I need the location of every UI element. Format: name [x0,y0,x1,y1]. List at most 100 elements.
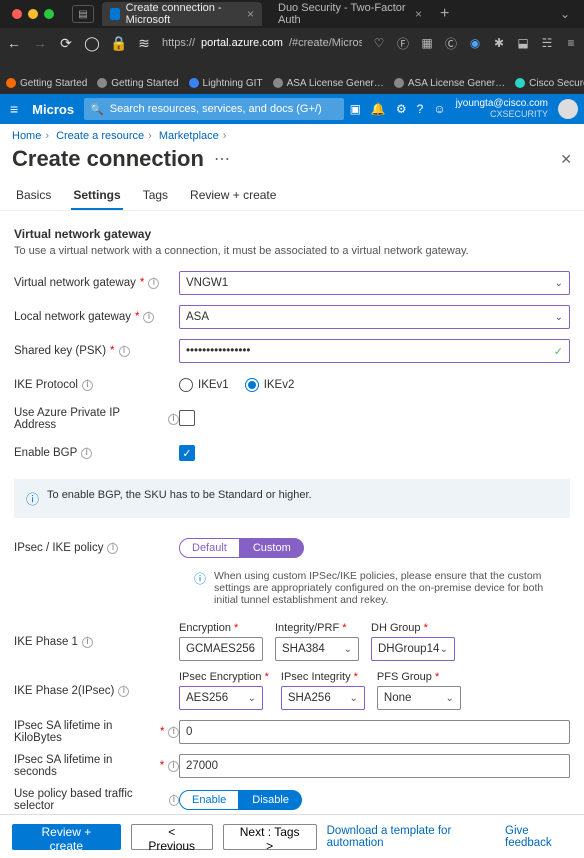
toolbar-icons: ♡ Ⓕ ▦ Ⓒ ◉ ✱ ⬓ ☵ ≡ [372,35,578,52]
psk-input[interactable]: •••••••••••••••• [179,339,570,363]
new-tab-button[interactable]: + [430,5,459,23]
azure-header: ≡ Micros 🔍 Search resources, services, a… [0,94,584,124]
chevron-down-icon: ⌄ [350,693,358,704]
permissions-icon[interactable]: ≋ [136,35,152,52]
close-tab-icon[interactable]: × [247,7,254,21]
download-template-link[interactable]: Download a template for automation [327,825,495,849]
back-button[interactable]: ← [6,35,22,51]
radio-ikev2[interactable]: IKEv2 [245,378,295,392]
download-icon[interactable]: ⬓ [516,36,530,50]
info-icon[interactable]: i [119,346,130,357]
field-phase2: IKE Phase 2(IPsec) i IPsec Encryption *A… [14,671,570,710]
settings-icon[interactable]: ⚙ [396,102,407,116]
feedback-icon[interactable]: ☺ [433,102,445,116]
info-icon[interactable]: i [168,761,179,772]
shield-icon[interactable]: ◯ [84,35,100,52]
chevron-down-icon: ⌄ [555,312,563,323]
translate-icon[interactable]: Ⓒ [444,35,458,52]
info-icon[interactable]: i [168,414,179,425]
help-icon[interactable]: ? [417,102,424,116]
address-input[interactable]: https://portal.azure.com/#create/Microso… [162,37,362,50]
browser-tab[interactable]: Duo Security - Two-Factor Auth × [270,2,430,26]
policy-info: ⓘ When using custom IPSec/IKE policies, … [194,570,570,606]
phase2-int-select[interactable]: SHA256⌄ [281,686,365,710]
maximize-window-icon[interactable] [44,9,54,19]
selector-disable-button[interactable]: Disable [239,790,302,810]
info-icon: ⓘ [26,489,39,508]
info-icon[interactable]: i [82,380,93,391]
menu-icon[interactable]: ≡ [564,36,578,50]
info-icon[interactable]: i [107,543,118,554]
bookmark-item[interactable]: ASA License Gener… [273,78,384,89]
bgp-checkbox[interactable]: ✓ [179,445,195,461]
bookmark-item[interactable]: Lightning GIT [189,78,263,89]
extension-icon[interactable]: ◉ [468,36,482,50]
policy-default-button[interactable]: Default [179,538,240,558]
search-input[interactable]: 🔍 Search resources, services, and docs (… [84,98,343,120]
url-path: /#create/Microso [289,37,362,49]
tab-basics[interactable]: Basics [14,182,53,210]
phase1-enc-select[interactable]: GCMAES256⌄ [179,637,263,661]
bookmark-item[interactable]: Cisco SecureX [515,78,584,89]
gear-icon[interactable]: ✱ [492,36,506,50]
qr-icon[interactable]: ▦ [420,36,434,50]
field-lng: Local network gateway * i ASA⌄ [14,305,570,329]
breadcrumb-link[interactable]: Create a resource [56,130,144,142]
tabs-overflow-icon[interactable]: ⌄ [550,7,580,21]
bookmark-item[interactable]: ASA License Gener… [394,78,505,89]
library-icon[interactable]: ☵ [540,36,554,50]
give-feedback-link[interactable]: Give feedback [505,825,572,849]
info-icon[interactable]: i [82,637,93,648]
account-icon[interactable]: Ⓕ [396,35,410,52]
chevron-down-icon: ⌄ [446,693,454,704]
bookmark-item[interactable]: Getting Started [6,78,87,89]
tab-review[interactable]: Review + create [188,182,278,210]
sa-sec-input[interactable]: 27000 [179,754,570,778]
tab-settings[interactable]: Settings [71,182,122,210]
sa-kb-input[interactable]: 0 [179,720,570,744]
selector-enable-button[interactable]: Enable [179,790,239,810]
breadcrumb-link[interactable]: Marketplace [159,130,219,142]
user-menu[interactable]: jyoungta@cisco.com CXSECURITY [452,98,552,120]
more-actions-icon[interactable]: ⋯ [204,149,230,169]
sidebar-toggle-icon[interactable]: ▤ [72,5,94,23]
next-button[interactable]: Next : Tags > [223,824,317,850]
tab-tags[interactable]: Tags [141,182,170,210]
bookmark-item[interactable]: Getting Started [97,78,178,89]
close-window-icon[interactable] [12,9,22,19]
phase2-enc-select[interactable]: AES256⌄ [179,686,263,710]
lng-select[interactable]: ASA⌄ [179,305,570,329]
user-tenant: CXSECURITY [456,109,548,120]
private-ip-checkbox[interactable] [179,410,195,426]
phase1-int-select[interactable]: SHA384⌄ [275,637,359,661]
reload-button[interactable]: ⟳ [58,35,74,52]
radio-ikev1[interactable]: IKEv1 [179,378,229,392]
info-icon[interactable]: i [143,312,154,323]
info-icon[interactable]: i [148,278,159,289]
field-ike-protocol: IKE Protocol i IKEv1 IKEv2 [14,373,570,397]
info-icon[interactable]: i [81,448,92,459]
hamburger-icon[interactable]: ≡ [6,101,22,117]
info-icon[interactable]: i [168,727,179,738]
pocket-icon[interactable]: ♡ [372,36,386,50]
notifications-icon[interactable]: 🔔 [371,102,386,116]
review-create-button[interactable]: Review + create [12,824,121,850]
previous-button[interactable]: < Previous [131,824,213,850]
breadcrumb-link[interactable]: Home [12,130,41,142]
vng-select[interactable]: VNGW1⌄ [179,271,570,295]
page-title: Create connection [12,146,204,172]
azure-logo[interactable]: Micros [28,102,78,117]
forward-button[interactable]: → [32,35,48,51]
close-blade-button[interactable]: ✕ [560,151,572,168]
phase1-dh-select[interactable]: DHGroup14⌄ [371,637,455,661]
info-icon[interactable]: i [169,795,179,806]
minimize-window-icon[interactable] [28,9,38,19]
info-icon[interactable]: i [118,686,129,697]
field-selector: Use policy based traffic selector i Enab… [14,788,570,812]
avatar[interactable] [558,99,578,119]
browser-tab-active[interactable]: Create connection - Microsoft × [102,2,262,26]
cloudshell-icon[interactable]: ▣ [350,102,361,116]
phase2-pfs-select[interactable]: None⌄ [377,686,461,710]
close-tab-icon[interactable]: × [415,7,422,21]
policy-custom-button[interactable]: Custom [240,538,304,558]
